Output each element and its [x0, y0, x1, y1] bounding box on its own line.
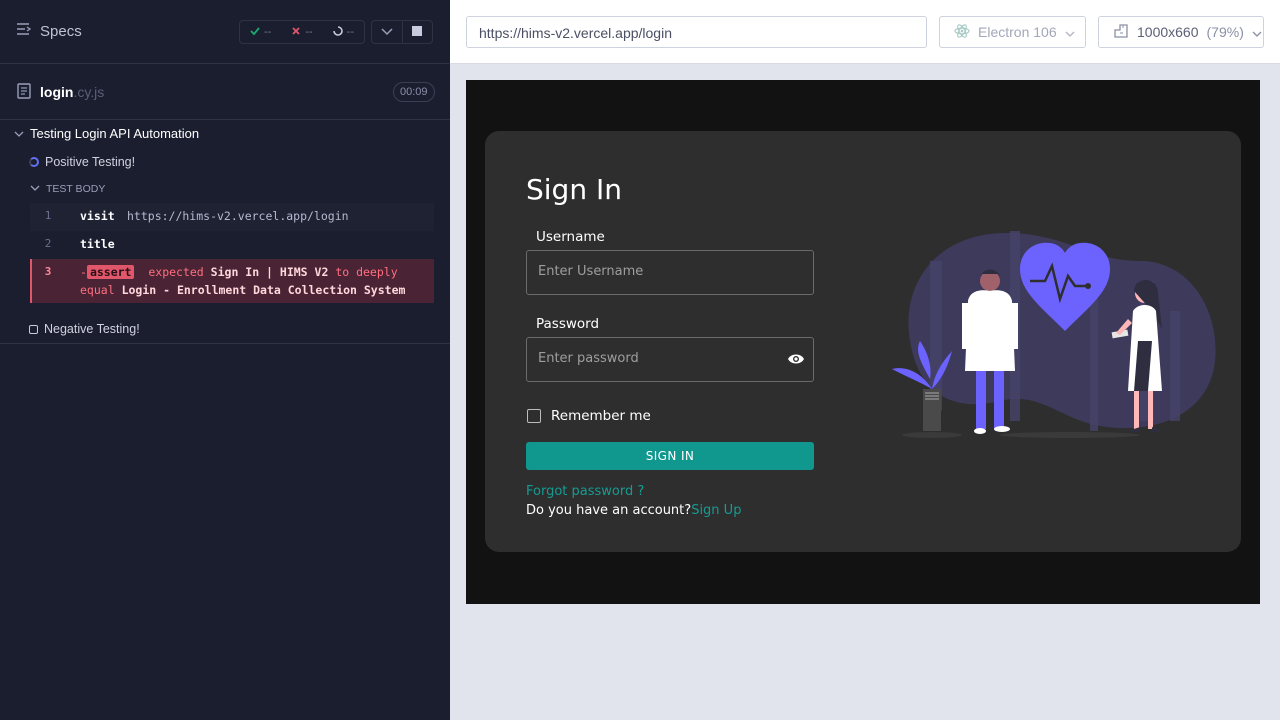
- spec-file-name[interactable]: login.cy.js: [40, 84, 104, 100]
- run-duration: 00:09: [393, 82, 435, 102]
- chevron-down-icon: [30, 183, 40, 195]
- assert-actual: Sign In | HIMS V2: [210, 265, 329, 279]
- command-number: 3: [44, 265, 52, 278]
- command-list: 1 visit https://hims-v2.vercel.app/login…: [30, 203, 434, 303]
- test-title: Positive Testing!: [45, 155, 136, 169]
- electron-icon: [954, 23, 970, 42]
- assert-word-to-deeply: to deeply: [335, 265, 398, 279]
- test-suite: Testing Login API Automation Positive Te…: [0, 124, 450, 344]
- collapse-button[interactable]: [372, 21, 403, 43]
- failed-assert-row[interactable]: 3 - assert expected Sign In | HIMS V2 to …: [30, 259, 434, 303]
- username-label: Username: [536, 229, 605, 245]
- signin-card: Sign In Username Enter Username Password…: [485, 131, 1241, 552]
- command-log-panel: Specs -- -- -- login.cy.js 00:09 Testing…: [0, 0, 450, 720]
- specs-label: Specs: [40, 22, 82, 40]
- test-body-label: TEST BODY: [46, 183, 106, 195]
- list-icon: [16, 22, 32, 40]
- viewport-zoom: (79%): [1206, 24, 1244, 40]
- page-title: Sign In: [526, 173, 622, 206]
- assert-line-1: - assert expected Sign In | HIMS V2 to de…: [80, 265, 398, 279]
- assert-prefix: -: [80, 265, 87, 279]
- spinner-icon: [332, 25, 343, 39]
- run-controls: [371, 20, 433, 44]
- eye-icon[interactable]: [787, 352, 805, 370]
- app-under-test-frame: Sign In Username Enter Username Password…: [466, 80, 1260, 604]
- passed-stat: --: [250, 26, 271, 39]
- test-item[interactable]: Positive Testing!: [29, 155, 135, 169]
- password-placeholder: Enter password: [538, 351, 639, 366]
- viewport-size: 1000x660: [1137, 24, 1199, 40]
- failed-count: --: [305, 26, 313, 38]
- specs-toggle-button[interactable]: Specs: [16, 22, 82, 40]
- test-item[interactable]: Negative Testing!: [29, 322, 140, 336]
- stop-icon: [412, 23, 423, 41]
- account-question: Do you have an account?: [526, 503, 692, 518]
- spec-file-basename: login: [40, 84, 74, 100]
- command-name: title: [80, 237, 115, 251]
- suite-title: Testing Login API Automation: [30, 126, 200, 141]
- command-name: visit: [80, 209, 115, 223]
- pending-stat: --: [332, 25, 354, 39]
- stop-button[interactable]: [403, 21, 433, 43]
- spec-file-header: login.cy.js 00:09: [0, 64, 450, 120]
- suite-title-row[interactable]: Testing Login API Automation: [14, 126, 199, 141]
- reporter-header: Specs -- -- --: [0, 0, 450, 64]
- chevron-down-icon: [1065, 24, 1075, 40]
- signin-button[interactable]: SIGN IN: [526, 442, 814, 470]
- test-title: Negative Testing!: [44, 322, 140, 336]
- checkbox-icon: [527, 409, 541, 423]
- url-bar[interactable]: https://hims-v2.vercel.app/login: [466, 16, 927, 48]
- assert-badge: assert: [86, 265, 135, 279]
- browser-selector[interactable]: Electron 106: [939, 16, 1086, 48]
- remember-me-checkbox[interactable]: Remember me: [527, 408, 651, 424]
- remember-label: Remember me: [551, 408, 651, 424]
- viewport-selector[interactable]: 1000x660 (79%): [1098, 16, 1264, 48]
- username-placeholder: Enter Username: [538, 264, 644, 279]
- command-message: https://hims-v2.vercel.app/login: [127, 209, 349, 223]
- pending-square-icon: [29, 324, 38, 334]
- test-body-toggle[interactable]: TEST BODY: [30, 183, 105, 195]
- command-row[interactable]: 2 title: [30, 231, 434, 259]
- signup-link[interactable]: Sign Up: [691, 503, 741, 518]
- assert-word-expected: expected: [148, 265, 204, 279]
- assert-line-2: equal Login - Enrollment Data Collection…: [80, 283, 405, 297]
- username-field[interactable]: Enter Username: [526, 250, 814, 295]
- pending-count: --: [346, 26, 354, 38]
- document-icon: [17, 83, 31, 104]
- command-number: 2: [44, 237, 52, 250]
- browser-name: Electron 106: [978, 24, 1057, 40]
- password-label: Password: [536, 316, 600, 332]
- command-row[interactable]: 1 visit https://hims-v2.vercel.app/login: [30, 203, 434, 231]
- assert-expected: Login - Enrollment Data Collection Syste…: [121, 283, 406, 297]
- running-spinner-icon: [29, 157, 39, 167]
- failed-stat: --: [291, 26, 313, 39]
- check-icon: [250, 26, 260, 39]
- ruler-icon: [1113, 23, 1129, 42]
- passed-count: --: [264, 26, 272, 38]
- password-field[interactable]: Enter password: [526, 337, 814, 382]
- x-icon: [291, 26, 301, 39]
- chevron-down-icon: [381, 23, 393, 41]
- doctors-illustration: [892, 231, 1216, 438]
- aut-header: https://hims-v2.vercel.app/login Electro…: [450, 0, 1280, 64]
- chevron-down-icon: [1252, 24, 1262, 40]
- test-stats: -- -- --: [239, 20, 365, 44]
- command-number: 1: [44, 209, 52, 222]
- spec-file-ext: .cy.js: [73, 84, 105, 100]
- chevron-down-icon: [14, 126, 24, 141]
- forgot-password-link[interactable]: Forgot password ?: [526, 484, 644, 499]
- assert-word-equal: equal: [80, 283, 115, 297]
- signup-prompt: Do you have an account?Sign Up: [526, 503, 741, 518]
